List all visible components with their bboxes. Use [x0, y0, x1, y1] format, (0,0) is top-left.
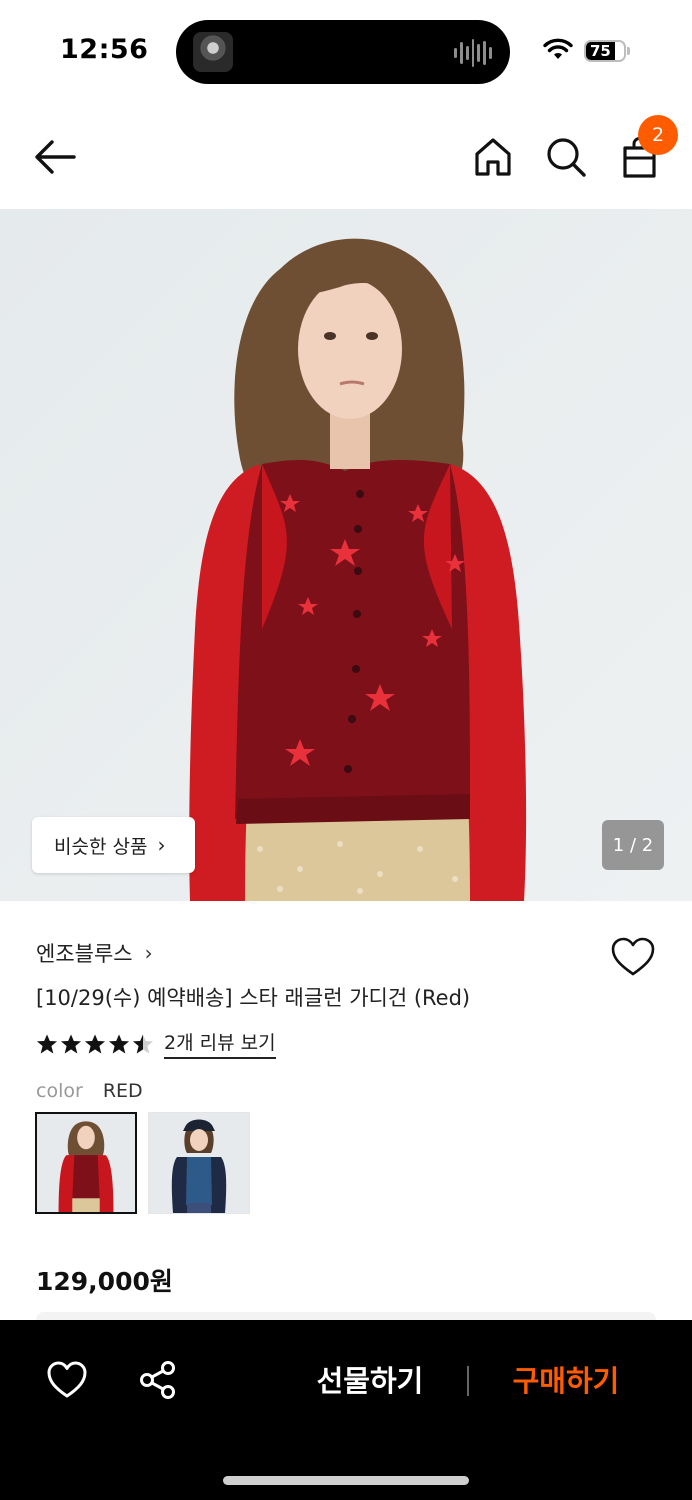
heart-icon[interactable] — [46, 1360, 88, 1400]
gift-button[interactable]: 선물하기 — [300, 1358, 440, 1404]
star-icon — [61, 1034, 81, 1053]
star-rating — [36, 1033, 154, 1055]
chevron-right-icon: › — [157, 833, 166, 857]
product-image[interactable] — [0, 209, 692, 901]
brand-link[interactable]: 엔조블루스 › — [36, 938, 153, 968]
color-swatch-navy[interactable] — [148, 1112, 250, 1214]
similar-products-button[interactable]: 비슷한 상품 › — [32, 817, 195, 873]
reviews-link[interactable]: 2개 리뷰 보기 — [164, 1028, 276, 1059]
home-icon[interactable] — [470, 134, 516, 180]
product-title: [10/29(수) 예약배송] 스타 래글런 가디건 (Red) — [36, 986, 471, 1010]
color-swatch-red[interactable] — [35, 1112, 137, 1214]
buy-button[interactable]: 구매하기 — [496, 1358, 636, 1404]
battery-tip — [627, 47, 630, 55]
share-icon[interactable] — [138, 1360, 178, 1400]
image-counter: 1 / 2 — [602, 820, 664, 870]
star-icon — [109, 1034, 129, 1053]
rating-row: 2개 리뷰 보기 — [36, 1028, 276, 1059]
star-icon — [133, 1034, 153, 1053]
brand-name: 엔조블루스 — [36, 942, 133, 966]
wifi-icon — [543, 38, 573, 59]
audio-wave-icon — [454, 38, 493, 68]
status-time: 12:56 — [60, 34, 149, 65]
battery-percent: 75 — [590, 42, 611, 60]
battery-indicator: 75 — [584, 40, 626, 62]
color-label: color — [36, 1080, 83, 1102]
now-playing-artwork — [193, 32, 233, 72]
model-wearing-red-cardigan-photo — [0, 209, 692, 901]
heart-icon[interactable] — [610, 936, 656, 978]
bottom-action-bar — [0, 1320, 692, 1500]
product-price: 129,000원 — [36, 1267, 173, 1296]
navy-cardigan-thumbnail — [149, 1113, 249, 1213]
button-divider — [467, 1366, 469, 1396]
search-icon[interactable] — [543, 134, 589, 180]
arrow-left-icon[interactable] — [30, 134, 80, 180]
star-icon — [85, 1034, 105, 1053]
red-cardigan-thumbnail — [37, 1114, 135, 1212]
color-row: color RED — [36, 1080, 143, 1102]
app-header — [0, 100, 692, 208]
chevron-right-icon: › — [144, 941, 153, 965]
color-value: RED — [102, 1080, 143, 1102]
similar-products-label: 비슷한 상품 — [54, 835, 148, 858]
star-icon — [37, 1034, 57, 1053]
status-bar: 12:56 75 — [0, 0, 692, 100]
home-indicator — [223, 1476, 469, 1485]
dynamic-island — [176, 20, 510, 84]
cart-count-badge: 2 — [638, 115, 678, 155]
